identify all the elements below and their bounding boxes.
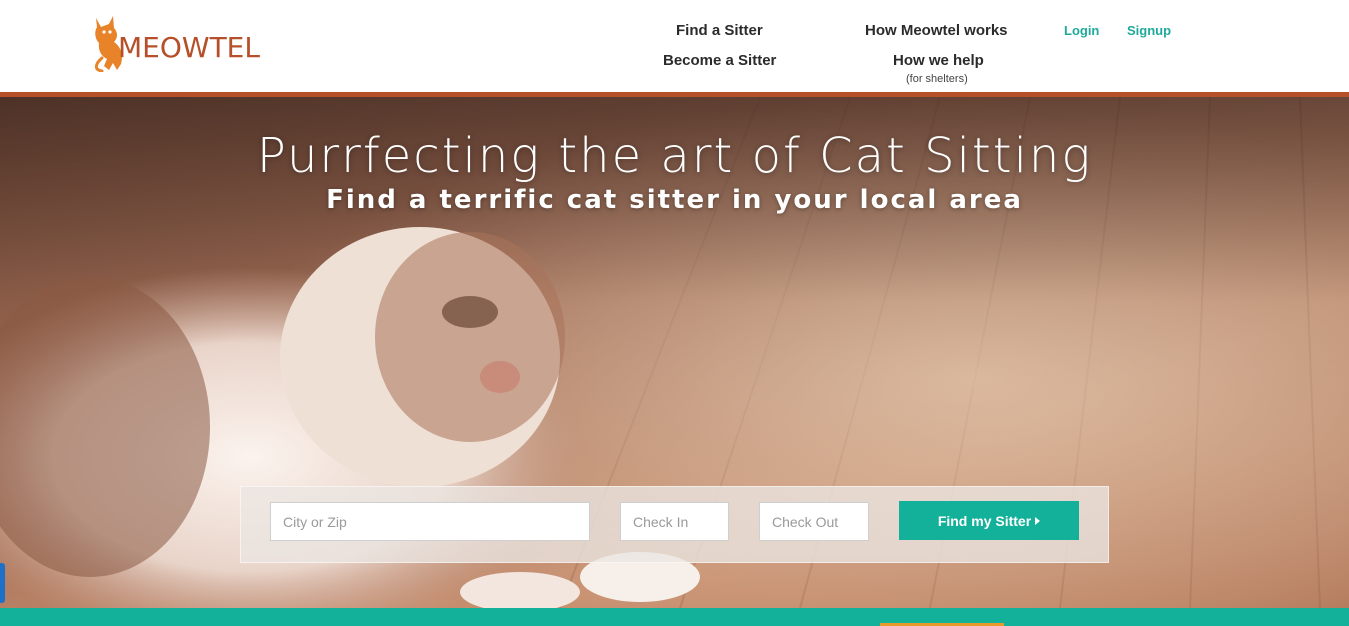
bottom-band: [0, 608, 1349, 626]
nav-find-sitter[interactable]: Find a Sitter: [676, 22, 763, 39]
site-header: MEOWTEL Find a Sitter Become a Sitter Ho…: [0, 0, 1349, 92]
sitter-search-form: Find my Sitter: [240, 486, 1109, 563]
check-in-input[interactable]: [620, 502, 729, 541]
side-feedback-tab[interactable]: [0, 563, 5, 603]
nav-how-we-help-subtitle: (for shelters): [906, 73, 968, 85]
hero-title: Purrfecting the art of Cat Sitting: [256, 128, 1093, 184]
nav-how-we-help[interactable]: How we help: [893, 52, 984, 69]
nav-become-sitter[interactable]: Become a Sitter: [663, 52, 776, 69]
find-my-sitter-button[interactable]: Find my Sitter: [899, 501, 1079, 540]
caret-right-icon: [1035, 516, 1041, 525]
nav-how-meowtel-works[interactable]: How Meowtel works: [865, 22, 1008, 39]
signup-link[interactable]: Signup: [1127, 23, 1171, 38]
logo-wordmark: MEOWTEL: [118, 31, 260, 64]
logo-link[interactable]: MEOWTEL: [90, 14, 270, 74]
login-link[interactable]: Login: [1064, 23, 1099, 38]
hero-subtitle: Find a terrific cat sitter in your local…: [326, 185, 1023, 215]
city-zip-input[interactable]: [270, 502, 590, 541]
find-my-sitter-label: Find my Sitter: [937, 512, 1032, 529]
check-out-input[interactable]: [759, 502, 869, 541]
